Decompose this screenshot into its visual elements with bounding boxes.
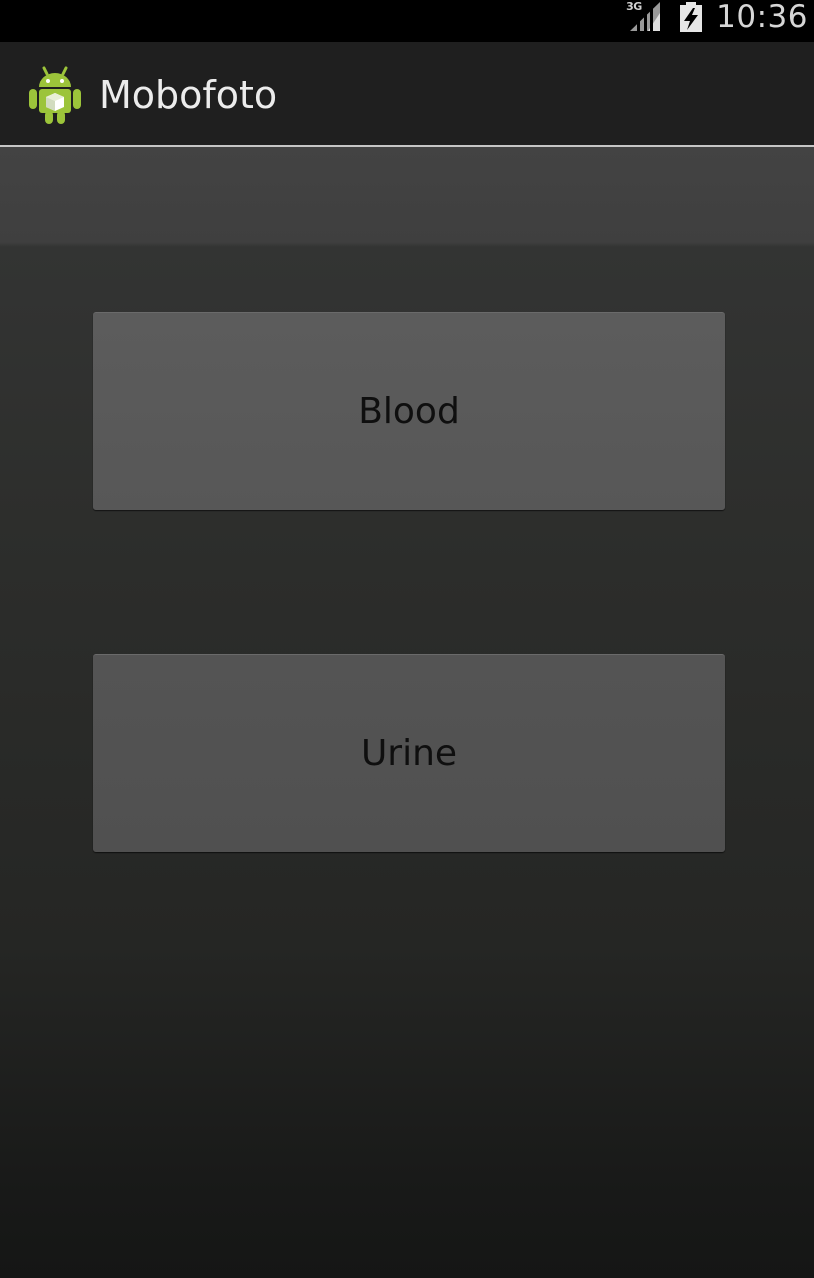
action-bar: Mobofoto (0, 42, 814, 145)
app-title: Mobofoto (99, 73, 278, 117)
status-bar: 3G 10:36 (0, 0, 814, 42)
urine-button[interactable]: Urine (93, 654, 725, 852)
signal-icon: 3G (626, 0, 662, 34)
blood-button-label: Blood (358, 391, 460, 432)
status-clock: 10:36 (716, 0, 808, 35)
main-content: Blood Urine (0, 147, 814, 1278)
battery-charging-icon (676, 0, 706, 34)
android-app-icon[interactable] (27, 62, 83, 126)
status-icons: 3G 10:36 (626, 0, 808, 34)
blood-button[interactable]: Blood (93, 312, 725, 510)
urine-button-label: Urine (360, 733, 458, 774)
